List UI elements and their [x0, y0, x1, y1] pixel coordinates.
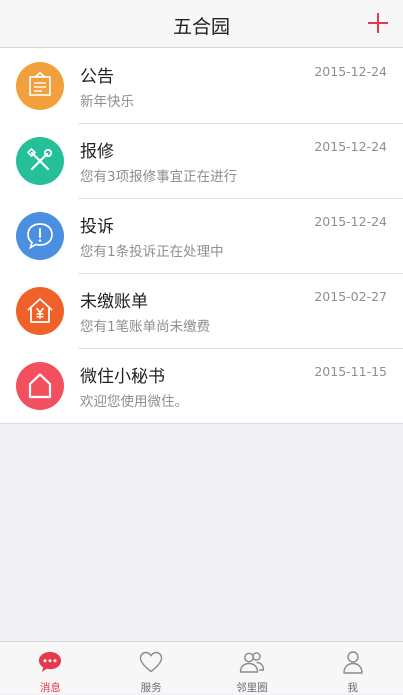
- message-subtitle: 您有3项报修事宜正在进行: [80, 169, 238, 185]
- message-date: 2015-11-15: [314, 364, 387, 379]
- speech-bubble-alert-icon: [16, 212, 64, 260]
- message-title: 微住小秘书: [80, 367, 165, 387]
- house-yen-icon: [16, 287, 64, 335]
- house-icon: [16, 362, 64, 410]
- tab-label: 我: [347, 682, 358, 694]
- nav-bar: 五合园: [0, 0, 403, 48]
- tab-messages[interactable]: 消息: [0, 642, 101, 694]
- page-title: 五合园: [172, 16, 230, 38]
- message-date: 2015-02-27: [314, 289, 387, 304]
- message-subtitle: 新年快乐: [80, 94, 134, 110]
- tab-label: 消息: [39, 682, 61, 694]
- message-item-notice[interactable]: 公告 新年快乐 2015-12-24: [0, 48, 403, 123]
- add-button[interactable]: [367, 12, 389, 34]
- person-icon: [339, 648, 367, 676]
- tab-neighborhood[interactable]: 邻里圈: [202, 642, 303, 694]
- message-title: 未缴账单: [80, 292, 148, 312]
- plus-icon: [368, 13, 388, 33]
- message-date: 2015-12-24: [314, 139, 387, 154]
- people-icon: [238, 648, 266, 676]
- notice-board-icon: [16, 62, 64, 110]
- tab-label: 服务: [140, 682, 162, 694]
- message-title: 公告: [80, 67, 114, 87]
- tab-label: 邻里圈: [236, 682, 268, 694]
- message-item-complaint[interactable]: 投诉 您有1条投诉正在处理中 2015-12-24: [0, 198, 403, 273]
- message-subtitle: 您有1条投诉正在处理中: [80, 244, 224, 260]
- message-item-bill[interactable]: 未缴账单 您有1笔账单尚未缴费 2015-02-27: [0, 273, 403, 348]
- wrench-screwdriver-icon: [16, 137, 64, 185]
- message-title: 投诉: [80, 217, 114, 237]
- heart-icon: [137, 648, 165, 676]
- tab-bar: 消息 服务 邻里圈 我: [0, 641, 403, 694]
- message-date: 2015-12-24: [314, 64, 387, 79]
- chat-bubble-icon: [36, 648, 64, 676]
- message-item-repair[interactable]: 报修 您有3项报修事宜正在进行 2015-12-24: [0, 123, 403, 198]
- message-title: 报修: [80, 142, 114, 162]
- message-subtitle: 您有1笔账单尚未缴费: [80, 319, 211, 335]
- message-subtitle: 欢迎您使用微住。: [80, 394, 188, 410]
- message-item-secretary[interactable]: 微住小秘书 欢迎您使用微住。 2015-11-15: [0, 348, 403, 423]
- message-list: 公告 新年快乐 2015-12-24 报修 您有3项报修事宜正在进行 2015-…: [0, 48, 403, 424]
- tab-services[interactable]: 服务: [101, 642, 202, 694]
- message-date: 2015-12-24: [314, 214, 387, 229]
- tab-me[interactable]: 我: [302, 642, 403, 694]
